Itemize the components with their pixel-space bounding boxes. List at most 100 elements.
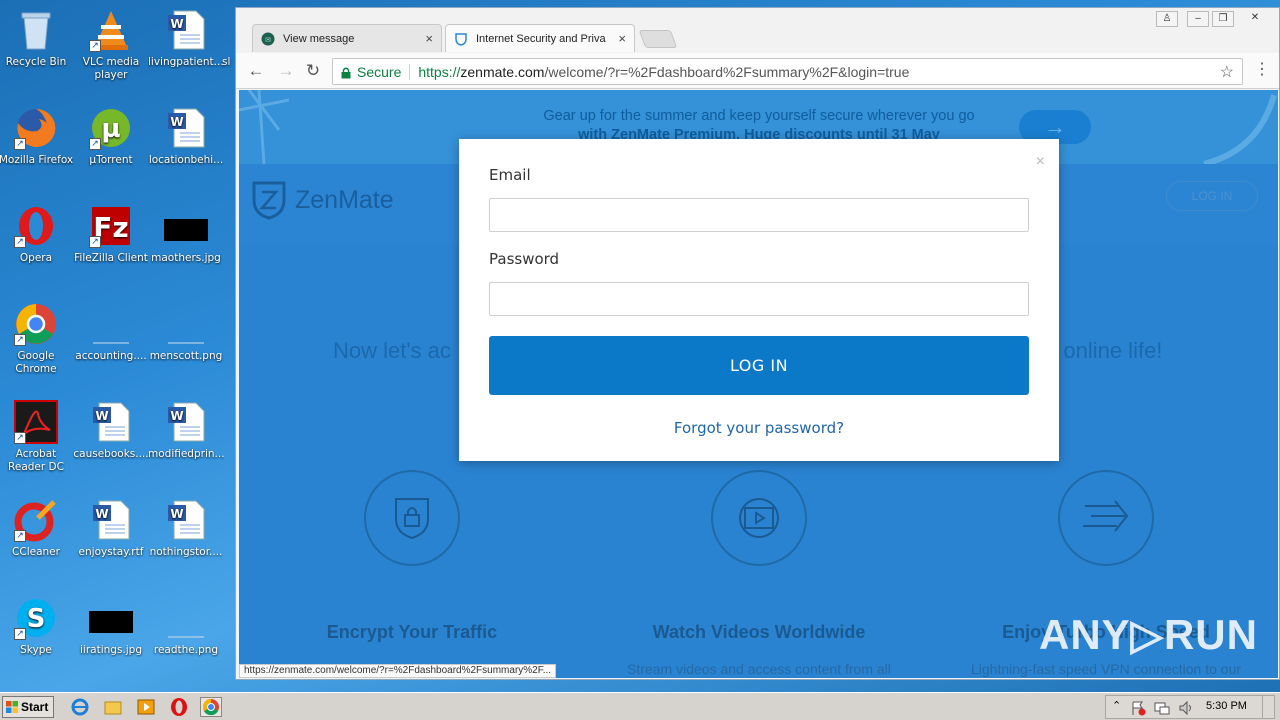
windows-flag-icon bbox=[6, 701, 18, 713]
desktop-icon[interactable]: Wlocationbehi... bbox=[148, 106, 224, 167]
shortcut-arrow-icon: ↗ bbox=[89, 236, 101, 248]
desktop-icon[interactable]: readthe.png bbox=[148, 596, 224, 657]
desktop-icon[interactable]: ↗ Google Chrome bbox=[0, 302, 74, 376]
volume-icon[interactable] bbox=[1178, 700, 1194, 716]
desktop-icon-label: FileZilla Client bbox=[74, 252, 148, 264]
logo-text: ZenMate bbox=[295, 185, 394, 214]
desktop-icon-label: Opera bbox=[19, 252, 53, 264]
desktop-icon-label: accounting.... bbox=[75, 350, 147, 362]
file-explorer-icon[interactable] bbox=[103, 697, 125, 717]
bookmark-star-icon[interactable]: ☆ bbox=[1220, 62, 1234, 82]
desktop-icon[interactable]: Wcausebooks.... bbox=[73, 400, 149, 461]
desktop-icon[interactable]: maothers.jpg bbox=[148, 204, 224, 265]
image-file-icon bbox=[164, 204, 208, 248]
desktop-icon[interactable]: Wmodifiedprin.... bbox=[148, 400, 224, 461]
vlc-icon: ↗ bbox=[89, 8, 133, 52]
feature-desc: Stream videos and access content from al… bbox=[627, 661, 891, 677]
opera-icon: ↗ bbox=[14, 204, 58, 248]
new-tab-button[interactable] bbox=[638, 30, 678, 48]
chrome-taskbar-icon[interactable] bbox=[200, 697, 222, 717]
desktop-icon[interactable]: S ↗ Skype bbox=[0, 596, 74, 657]
word-document-icon: W bbox=[89, 498, 133, 542]
shortcut-arrow-icon: ↗ bbox=[14, 138, 26, 150]
desktop-icon-label: modifiedprin.... bbox=[148, 448, 224, 460]
shortcut-arrow-icon: ↗ bbox=[89, 40, 101, 52]
password-field[interactable] bbox=[489, 282, 1029, 316]
desktop-icon[interactable]: µ ↗ µTorrent bbox=[73, 106, 149, 167]
desktop-icon-label: Recycle Bin bbox=[5, 56, 67, 68]
desktop-icon[interactable]: ↗ CCleaner bbox=[0, 498, 74, 559]
start-label: Start bbox=[21, 700, 49, 714]
show-desktop-button[interactable] bbox=[1262, 695, 1278, 719]
desktop-icon-label: menscott.png bbox=[149, 350, 223, 362]
desktop-icon-label: locationbehi... bbox=[148, 154, 224, 166]
watermelon-decoration-icon bbox=[1203, 94, 1277, 164]
forward-arrow-icon[interactable]: → bbox=[276, 61, 296, 81]
modal-close-icon[interactable]: × bbox=[1036, 153, 1045, 171]
filezilla-icon: Fz ↗ bbox=[89, 204, 133, 248]
desktop-icon[interactable]: ↗ Acrobat Reader DC bbox=[0, 400, 74, 474]
media-player-icon[interactable] bbox=[136, 697, 158, 717]
tab-close-icon[interactable]: × bbox=[618, 31, 626, 46]
header-login-button[interactable]: LOG IN bbox=[1166, 181, 1258, 211]
desktop-icon[interactable]: ↗ Opera bbox=[0, 204, 74, 265]
zenmate-logo[interactable]: ZenMate bbox=[251, 180, 394, 220]
login-button[interactable]: LOG IN bbox=[489, 336, 1029, 395]
svg-text:W: W bbox=[95, 409, 108, 423]
back-arrow-icon[interactable]: ← bbox=[246, 61, 266, 81]
login-modal: × Email Password LOG IN Forgot your pass… bbox=[459, 139, 1059, 461]
svg-text:W: W bbox=[170, 115, 183, 129]
network-icon[interactable] bbox=[1154, 700, 1170, 716]
recycle-bin-icon bbox=[14, 8, 58, 52]
desktop-icon[interactable]: accounting.... bbox=[73, 302, 149, 363]
svg-text:S: S bbox=[27, 604, 46, 634]
reload-icon[interactable]: ↻ bbox=[303, 61, 323, 81]
opera-taskbar-icon[interactable] bbox=[169, 697, 191, 717]
tray-expand-icon[interactable]: ⌃ bbox=[1112, 699, 1121, 712]
desktop-icon[interactable]: iiratings.jpg bbox=[73, 596, 149, 657]
browser-menu-icon[interactable]: ⋮ bbox=[1254, 59, 1270, 79]
image-file-icon bbox=[89, 596, 133, 640]
start-button[interactable]: Start bbox=[2, 696, 54, 718]
shortcut-arrow-icon: ↗ bbox=[14, 236, 26, 248]
desktop-icon[interactable]: ↗ VLC media player bbox=[73, 8, 149, 82]
desktop-icon-label: livingpatient.... bbox=[148, 56, 224, 68]
shortcut-arrow-icon: ↗ bbox=[89, 138, 101, 150]
minimize-icon[interactable]: – bbox=[1187, 11, 1209, 27]
desktop-icon-label: enjoystay.rtf bbox=[78, 546, 144, 558]
svg-text:W: W bbox=[170, 409, 183, 423]
url-host: zenmate.com bbox=[460, 63, 545, 80]
tab-view-message[interactable]: ✉ View message × bbox=[252, 24, 442, 52]
shortcut-arrow-icon: ↗ bbox=[14, 530, 26, 542]
desktop-icon[interactable]: menscott.png bbox=[148, 302, 224, 363]
desktop-icon[interactable]: Fz ↗ FileZilla Client bbox=[73, 204, 149, 265]
user-icon[interactable]: ♙ bbox=[1156, 11, 1178, 27]
address-bar[interactable]: Secure https://zenmate.com/welcome/?r=%2… bbox=[332, 58, 1243, 85]
address-separator bbox=[409, 63, 411, 80]
word-document-icon: W bbox=[89, 400, 133, 444]
palm-decoration-icon bbox=[239, 90, 290, 164]
ccleaner-icon: ↗ bbox=[14, 498, 58, 542]
restore-icon[interactable]: ❐ bbox=[1212, 11, 1234, 27]
shortcut-arrow-icon: ↗ bbox=[14, 334, 26, 346]
action-center-flag-icon[interactable] bbox=[1130, 700, 1146, 716]
svg-text:✉: ✉ bbox=[265, 36, 271, 44]
email-field[interactable] bbox=[489, 198, 1029, 232]
desktop-icon[interactable]: Recycle Bin bbox=[0, 8, 74, 69]
hero-text-right: d online life! bbox=[1045, 338, 1163, 363]
tab-close-icon[interactable]: × bbox=[425, 31, 433, 46]
desktop-icon-label: nothingstor.... bbox=[149, 546, 223, 558]
internet-explorer-icon[interactable] bbox=[70, 697, 92, 717]
desktop-icon[interactable]: ↗ Mozilla Firefox bbox=[0, 106, 74, 167]
tab-zenmate[interactable]: Internet Security and Priva × bbox=[445, 24, 635, 52]
desktop-icon[interactable]: Wnothingstor.... bbox=[148, 498, 224, 559]
desktop-icon-label: causebooks.... bbox=[73, 448, 149, 460]
close-window-icon[interactable]: ✕ bbox=[1244, 11, 1266, 27]
lock-icon bbox=[341, 66, 351, 78]
desktop-icon[interactable]: Wlivingpatient.... bbox=[148, 8, 224, 69]
forgot-password-link[interactable]: Forgot your password? bbox=[459, 419, 1059, 437]
clock: 5:30 PM bbox=[1206, 700, 1247, 712]
email-label: Email bbox=[489, 166, 531, 184]
desktop-icon-label: Skype bbox=[20, 644, 52, 656]
desktop-icon[interactable]: Wenjoystay.rtf bbox=[73, 498, 149, 559]
